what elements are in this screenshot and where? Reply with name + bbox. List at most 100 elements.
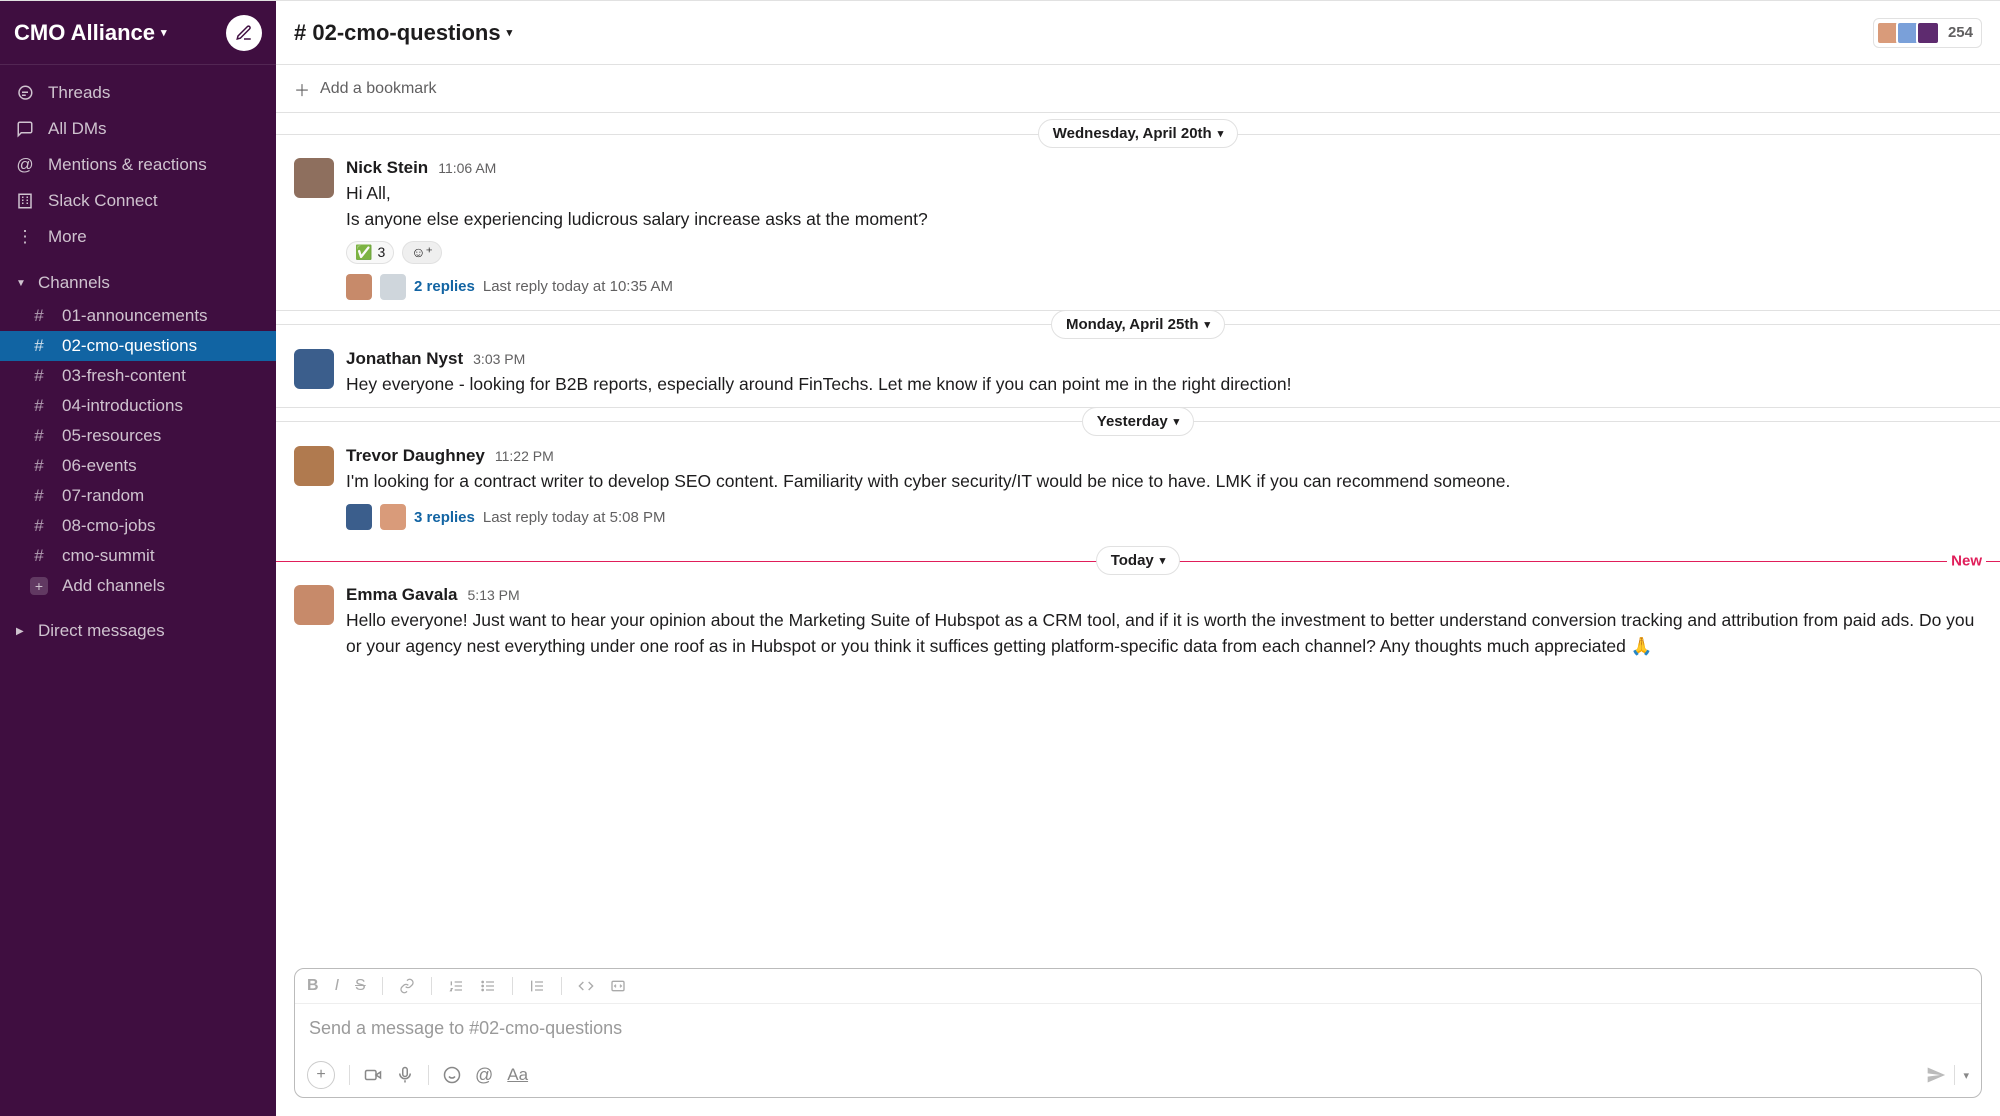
channel-item[interactable]: #02-cmo-questions: [0, 331, 276, 361]
hash-icon: #: [30, 306, 48, 326]
message: Emma Gavala 5:13 PM Hello everyone! Just…: [276, 575, 2000, 670]
codeblock-button[interactable]: [610, 978, 626, 994]
date-separator: Monday, April 25th ▾: [276, 310, 2000, 339]
mention-button[interactable]: @: [475, 1065, 493, 1086]
caret-down-icon: ▼: [16, 278, 28, 289]
reaction[interactable]: ✅ 3: [346, 241, 394, 264]
blockquote-button[interactable]: [529, 978, 545, 994]
channel-name: 07-random: [62, 486, 144, 506]
avatar: [380, 274, 406, 300]
channels-label: Channels: [38, 273, 110, 293]
member-count: 254: [1948, 24, 1973, 41]
attach-button[interactable]: +: [307, 1061, 335, 1089]
italic-button[interactable]: I: [335, 977, 339, 995]
dm-icon: [16, 120, 34, 138]
emoji-button[interactable]: [443, 1066, 461, 1084]
message-text: I'm looking for a contract writer to dev…: [346, 468, 1982, 494]
new-label: New: [1947, 552, 1986, 569]
channel-item[interactable]: #08-cmo-jobs: [0, 511, 276, 541]
chevron-down-icon: ▾: [1160, 554, 1166, 567]
nav-threads[interactable]: Threads: [0, 75, 276, 111]
nav-more[interactable]: ⋮ More: [0, 219, 276, 255]
thread-summary[interactable]: 2 replies Last reply today at 10:35 AM: [346, 274, 1982, 300]
mic-button[interactable]: [396, 1066, 414, 1084]
date-pill[interactable]: Today ▾: [1096, 546, 1181, 575]
send-options-button[interactable]: ▾: [1963, 1069, 1969, 1082]
channel-item[interactable]: #06-events: [0, 451, 276, 481]
add-channels-label: Add channels: [62, 576, 165, 596]
last-reply: Last reply today at 5:08 PM: [483, 509, 666, 526]
message-time: 11:06 AM: [438, 160, 496, 176]
channel-item[interactable]: #07-random: [0, 481, 276, 511]
message-time: 11:22 PM: [495, 448, 554, 464]
hash-icon: #: [30, 366, 48, 386]
composer: B I S Send a message to #02-cmo-question…: [294, 968, 1982, 1098]
reaction-count: 3: [377, 244, 385, 260]
date-pill[interactable]: Yesterday ▾: [1082, 407, 1194, 436]
avatar: [346, 274, 372, 300]
channel-item[interactable]: #04-introductions: [0, 391, 276, 421]
nav-more-label: More: [48, 225, 87, 249]
at-icon: @: [16, 153, 34, 177]
message-author[interactable]: Trevor Daughney: [346, 446, 485, 466]
plus-icon: +: [30, 577, 48, 595]
chevron-down-icon: ▾: [1204, 318, 1210, 331]
channels-section-header[interactable]: ▼ Channels: [0, 265, 276, 301]
nav-slack-connect[interactable]: Slack Connect: [0, 183, 276, 219]
channel-item[interactable]: #05-resources: [0, 421, 276, 451]
replies-count: 3 replies: [414, 509, 475, 526]
link-button[interactable]: [399, 978, 415, 994]
avatar[interactable]: [294, 585, 334, 625]
avatar[interactable]: [294, 349, 334, 389]
message-input[interactable]: Send a message to #02-cmo-questions: [295, 1004, 1981, 1053]
hash-icon: #: [30, 336, 48, 356]
send-button[interactable]: [1926, 1065, 1946, 1085]
nav-all-dms[interactable]: All DMs: [0, 111, 276, 147]
avatar[interactable]: [294, 446, 334, 486]
format-toolbar: B I S: [295, 969, 1981, 1004]
hash-icon: #: [30, 396, 48, 416]
channel-item[interactable]: #01-announcements: [0, 301, 276, 331]
compose-button[interactable]: [226, 15, 262, 51]
thread-summary[interactable]: 3 replies Last reply today at 5:08 PM: [346, 504, 1982, 530]
add-channels[interactable]: + Add channels: [0, 571, 276, 601]
code-button[interactable]: [578, 978, 594, 994]
ordered-list-button[interactable]: [448, 978, 464, 994]
channel-item[interactable]: #cmo-summit: [0, 541, 276, 571]
avatar: [380, 504, 406, 530]
last-reply: Last reply today at 10:35 AM: [483, 278, 673, 295]
bullet-list-button[interactable]: [480, 978, 496, 994]
video-button[interactable]: [364, 1066, 382, 1084]
date-separator: Yesterday ▾: [276, 407, 2000, 436]
message-time: 3:03 PM: [473, 351, 525, 367]
members-button[interactable]: 254: [1873, 18, 1982, 48]
date-label: Yesterday: [1097, 413, 1168, 430]
bold-button[interactable]: B: [307, 977, 319, 995]
channel-title-button[interactable]: # 02-cmo-questions ▾: [294, 20, 512, 46]
avatar[interactable]: [294, 158, 334, 198]
channel-name: 01-announcements: [62, 306, 208, 326]
date-pill[interactable]: Wednesday, April 20th ▾: [1038, 119, 1238, 148]
channel-title: # 02-cmo-questions: [294, 20, 501, 46]
channel-name: 08-cmo-jobs: [62, 516, 156, 536]
add-bookmark[interactable]: Add a bookmark: [320, 80, 437, 98]
date-pill[interactable]: Monday, April 25th ▾: [1051, 310, 1225, 339]
message: Trevor Daughney 11:22 PM I'm looking for…: [276, 436, 2000, 540]
message-feed[interactable]: Wednesday, April 20th ▾ Nick Stein 11:06…: [276, 113, 2000, 968]
format-toggle-button[interactable]: Aa: [507, 1065, 528, 1085]
dms-label: Direct messages: [38, 621, 165, 641]
channel-item[interactable]: #03-fresh-content: [0, 361, 276, 391]
nav-mentions[interactable]: @ Mentions & reactions: [0, 147, 276, 183]
avatar: [346, 504, 372, 530]
message-author[interactable]: Nick Stein: [346, 158, 428, 178]
channel-header: # 02-cmo-questions ▾ 254: [276, 1, 2000, 65]
add-reaction-icon: ☺⁺: [411, 244, 433, 261]
strike-button[interactable]: S: [355, 977, 366, 995]
message-author[interactable]: Emma Gavala: [346, 585, 458, 605]
message-author[interactable]: Jonathan Nyst: [346, 349, 463, 369]
channel-name: 03-fresh-content: [62, 366, 186, 386]
add-reaction[interactable]: ☺⁺: [402, 241, 442, 264]
workspace-switcher[interactable]: CMO Alliance ▾: [14, 20, 167, 46]
dms-section-header[interactable]: ▶ Direct messages: [0, 613, 276, 649]
chevron-down-icon: ▾: [1218, 127, 1224, 140]
